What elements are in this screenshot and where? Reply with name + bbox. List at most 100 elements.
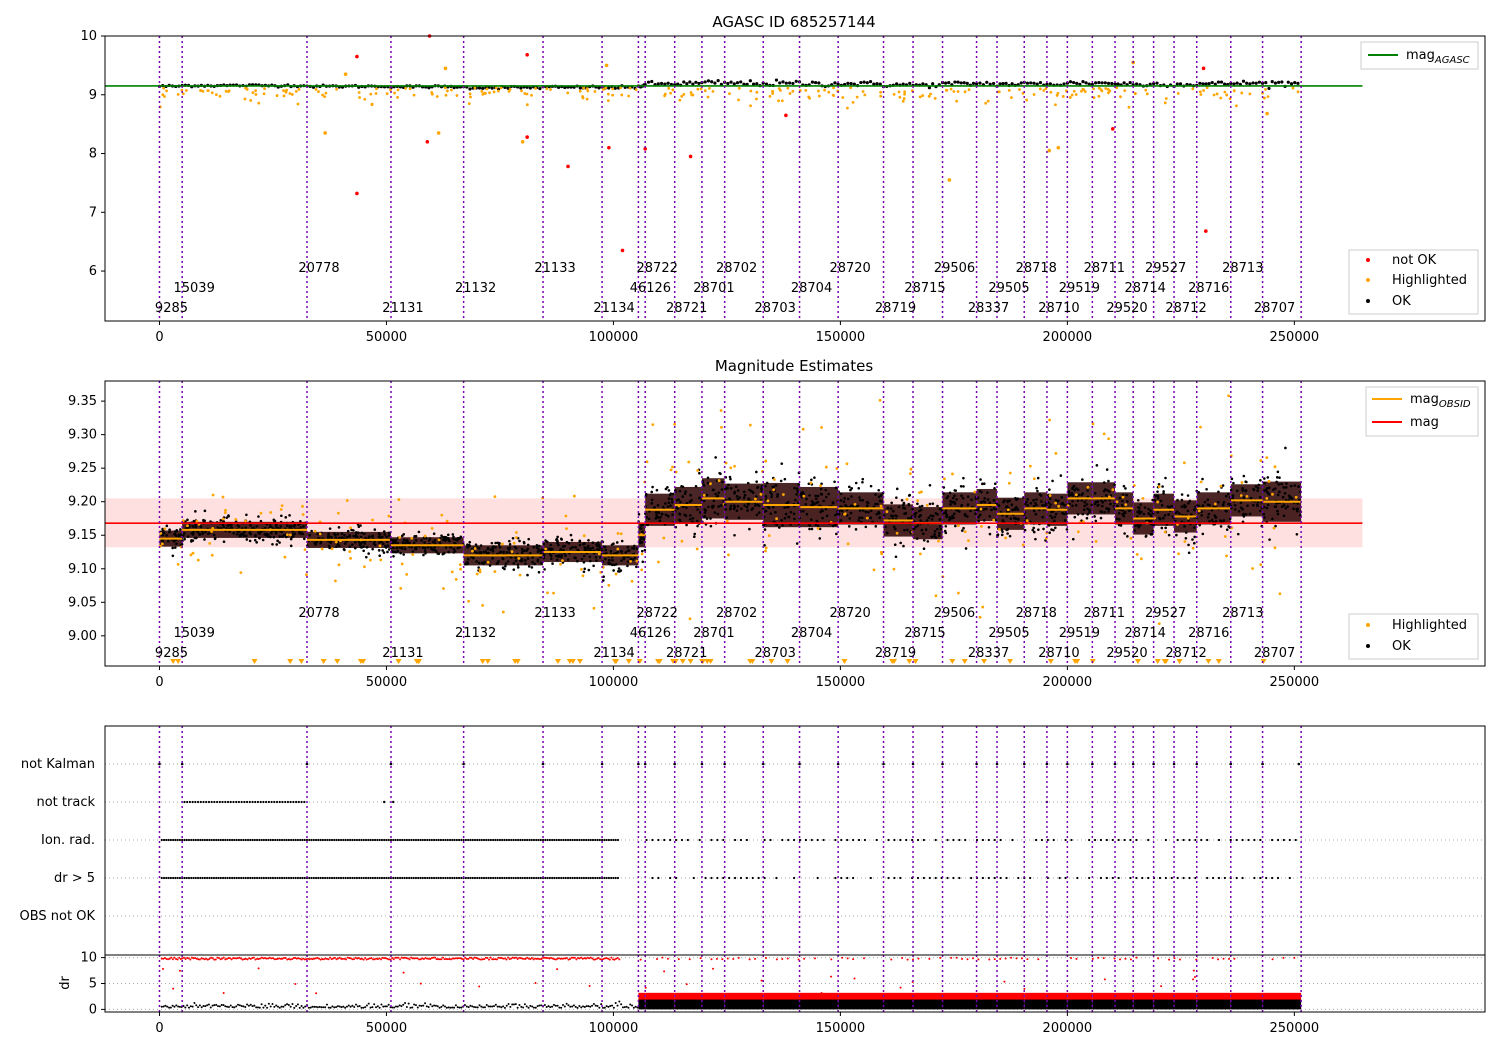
p3-flag-point: [208, 838, 211, 842]
p2-ok-point: [833, 480, 836, 484]
p4-dr-point: [623, 1006, 626, 1009]
p2-ok-point: [655, 488, 659, 492]
p3-flag-point: [176, 876, 179, 880]
p2-ok-point: [1126, 500, 1129, 503]
p2-ok-point: [1292, 507, 1295, 511]
p2-ok-point: [819, 510, 822, 514]
p1-highlighted-point: [855, 95, 859, 99]
p2-highlighted-point: [1141, 497, 1145, 500]
p4-dr-point: [721, 958, 724, 961]
p4-dr-point: [601, 1006, 604, 1009]
p2-ok-point: [508, 539, 511, 543]
p4-dr-band-black: [913, 999, 943, 1010]
p2-ok-point: [279, 524, 283, 528]
p2-ok-point: [535, 544, 539, 547]
p4-dr-point: [373, 1003, 376, 1006]
p1-ok-point: [1084, 81, 1088, 85]
p3-flag-point: [905, 838, 908, 842]
p2-ok-point: [1263, 477, 1266, 480]
p2-ok-point: [1233, 508, 1237, 511]
p3-flag-point: [505, 876, 508, 880]
p2-ok-point: [864, 525, 868, 529]
p3-flag-point: [480, 876, 483, 880]
p4-dr-point: [522, 1006, 525, 1009]
p1-highlighted-point: [375, 87, 378, 91]
p3-flag-point: [251, 876, 254, 880]
p3-flag-point: [210, 838, 213, 842]
p3-flag-point: [287, 876, 290, 880]
p3-flag-point: [192, 838, 195, 842]
p2-highlighted-point: [1199, 480, 1203, 484]
p2-ok-point: [362, 549, 365, 553]
p4-dr-point: [171, 1004, 174, 1007]
p2-ok-point: [1284, 446, 1287, 450]
p2-ok-point: [610, 543, 614, 546]
p2-ok-point: [377, 549, 381, 552]
p1-ok-point: [1245, 81, 1249, 85]
p3-flag-point: [421, 838, 424, 842]
p2-ok-point: [451, 533, 455, 536]
p3-flag-point: [911, 762, 915, 766]
p2-ok-point: [951, 514, 954, 518]
p2-ok-point: [771, 485, 775, 489]
p3-flag-point: [410, 876, 413, 880]
p4-dr-point: [273, 1005, 276, 1008]
p2-ok-point: [365, 545, 369, 549]
p2-ok-point: [526, 557, 530, 560]
p3-flag-point: [178, 838, 182, 842]
p2-ok-point: [847, 525, 851, 528]
p2-highlighted-point: [1156, 500, 1160, 504]
p1-outlier-point: [947, 178, 952, 182]
p1-highlighted-point: [275, 94, 279, 97]
p3-flag-point: [733, 876, 737, 880]
p2-highlighted-point: [1048, 418, 1052, 422]
p1-highlighted-point: [1133, 92, 1137, 96]
p3-plot: not Kalmannot trackIon. rad.dr > 5OBS no…: [20, 725, 1486, 956]
p3-flag-point: [1147, 876, 1150, 880]
p3-flag-point: [324, 838, 327, 842]
p3-flag-point: [319, 876, 322, 880]
p1-xtick-label: 100000: [589, 330, 639, 345]
p1-highlighted-point: [585, 97, 589, 101]
p2-ok-point: [993, 486, 996, 490]
p2-ok-point: [1273, 505, 1277, 508]
p3-flag-point: [186, 800, 189, 804]
p4-dr-point: [478, 1004, 481, 1007]
p4-dr-point: [456, 1006, 459, 1009]
p4-dr-band-black: [838, 999, 884, 1010]
p2-ok-point: [1086, 489, 1089, 492]
p1-highlighted-point: [396, 95, 399, 99]
p2-ok-point: [781, 524, 784, 527]
p1-ok-point: [1201, 82, 1205, 86]
p2-ok-point: [928, 502, 932, 506]
p1-highlighted-point: [851, 100, 855, 104]
p4-dr-band-black: [724, 999, 764, 1010]
p2-ok-point: [337, 526, 341, 529]
p3-flag-point: [339, 876, 343, 880]
p4-dr-point: [345, 1005, 348, 1008]
p2-ok-point: [1099, 516, 1103, 520]
p3-flag-point: [423, 876, 427, 880]
p2-ok-point: [1005, 528, 1008, 532]
p2-ok-point: [717, 491, 720, 495]
p3-flag-point: [993, 838, 996, 842]
p2-ok-point: [1225, 509, 1228, 513]
p1-highlighted-point: [468, 92, 472, 96]
p1-highlighted-point: [480, 90, 484, 93]
p2-highlighted-point: [905, 497, 909, 501]
p3-flag-point: [1017, 876, 1020, 880]
p2-ytick-label: 9.05: [68, 595, 97, 610]
p2-ok-point: [465, 561, 469, 564]
p4-dr-point: [513, 1003, 516, 1006]
p3-flag-point: [351, 838, 354, 842]
p4-dr-point: [569, 1005, 572, 1008]
p4-dr-point: [565, 1002, 568, 1005]
p2-ok-point: [258, 532, 261, 535]
p4-dr-point: [393, 1006, 396, 1009]
p3-flag-point: [1129, 838, 1132, 842]
p2-highlighted-point: [210, 553, 214, 557]
p4-dr-point: [1271, 958, 1274, 961]
p2-ok-point: [1100, 499, 1103, 502]
p2-ok-point: [1100, 510, 1103, 514]
p3-flag-point: [1217, 838, 1221, 842]
